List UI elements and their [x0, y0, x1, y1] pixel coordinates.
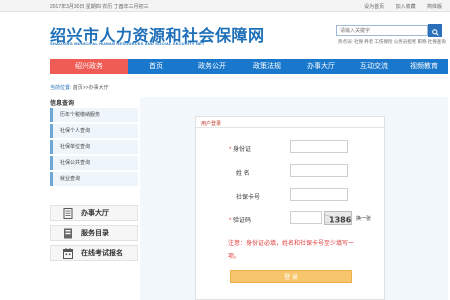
id-number-input[interactable]	[290, 140, 348, 153]
service-catalog-button[interactable]: 服务目录	[50, 225, 138, 241]
nav-tab-video-edu[interactable]: 视频教育	[400, 59, 448, 74]
nav-tab-interaction[interactable]: 互动交流	[348, 59, 400, 74]
document-icon	[63, 207, 73, 219]
search-icon	[431, 28, 439, 36]
menu-item-employment[interactable]: 就业查询	[50, 172, 138, 186]
required-mark: *	[229, 147, 232, 153]
nav-tab-home[interactable]: 首页	[128, 59, 184, 74]
site-header: 绍兴市人力资源和社会保障网 SHAOXING MUNICIPAL HUMAN R…	[0, 12, 450, 58]
menu-item-public-insurance[interactable]: 社保公共查询	[50, 156, 138, 170]
captcha-image[interactable]: 1386	[324, 211, 352, 225]
search-button[interactable]	[428, 24, 442, 37]
nav-tab-service-hall[interactable]: 办事大厅	[294, 59, 348, 74]
insurance-card-input[interactable]	[290, 188, 348, 201]
service-list: 办事大厅 服务目录 在线考试报名	[50, 205, 138, 265]
menu-item-personal-insurance[interactable]: 社保个人查询	[50, 124, 138, 138]
service-hall-button[interactable]: 办事大厅	[50, 205, 138, 221]
form-note: 注意：身份证必填，姓名和社保卡号至少填写一项。	[228, 241, 355, 260]
id-number-label: * 身份证	[229, 147, 252, 153]
login-form: 用户登录 * 身份证 姓 名 社保卡号 * 验证码 1386 换一张 注意：身份…	[195, 116, 385, 300]
calendar-icon	[63, 247, 73, 259]
name-input[interactable]	[290, 164, 348, 177]
service-catalog-label: 服务目录	[81, 230, 109, 237]
name-label: 姓 名	[236, 171, 250, 177]
captcha-text: 1386	[329, 216, 352, 225]
main-nav: 绍兴政务 首页 政务公开 政策法规 办事大厅 互动交流 视频教育	[50, 59, 448, 74]
top-links: 设为首页 加入收藏 简体版	[354, 3, 442, 10]
add-favorites-link[interactable]: 加入收藏	[396, 4, 416, 10]
captcha-input[interactable]	[290, 211, 322, 224]
online-exam-label: 在线考试报名	[81, 250, 123, 257]
service-hall-label: 办事大厅	[81, 210, 109, 217]
hot-keywords: 热点词: 社保 养老 工伤保险 公务员招考 职称 社保查询	[338, 39, 446, 44]
login-title: 用户登录	[196, 117, 384, 128]
nav-tab-shaoxing-gov[interactable]: 绍兴政务	[50, 59, 128, 74]
refresh-captcha-link[interactable]: 换一张	[356, 215, 371, 222]
breadcrumb-path[interactable]: 首页>>办事大厅	[73, 85, 109, 91]
nav-tab-gov-info[interactable]: 政务公开	[184, 59, 240, 74]
set-homepage-link[interactable]: 设为首页	[364, 4, 384, 10]
breadcrumb: 当前位置: 首页>>办事大厅	[50, 84, 109, 91]
login-button[interactable]: 登 录	[230, 270, 352, 283]
book-icon	[64, 228, 72, 238]
menu-item-tax-payment[interactable]: 历年个税缴纳服务	[50, 108, 138, 122]
simplified-version-link[interactable]: 简体版	[427, 4, 442, 10]
top-info-bar: 2017年3月30日 星期四 农历 丁酉年三月初三 设为首页 加入收藏 简体版	[0, 0, 450, 12]
captcha-label: * 验证码	[229, 218, 252, 224]
online-exam-button[interactable]: 在线考试报名	[50, 245, 138, 261]
required-mark: *	[229, 218, 232, 224]
breadcrumb-label: 当前位置:	[50, 85, 72, 91]
search-input[interactable]	[336, 25, 428, 36]
insurance-card-label: 社保卡号	[236, 195, 261, 201]
current-date: 2017年3月30日 星期四 农历 丁酉年三月初三	[50, 4, 149, 10]
menu-item-employer-insurance[interactable]: 社保单位查询	[50, 140, 138, 154]
nav-tab-policies[interactable]: 政策法规	[240, 59, 294, 74]
info-query-menu: 历年个税缴纳服务 社保个人查询 社保单位查询 社保公共查询 就业查询	[50, 108, 138, 188]
site-title-english: SHAOXING MUNICIPAL HUMAN RESOURCES AND S…	[50, 41, 205, 46]
